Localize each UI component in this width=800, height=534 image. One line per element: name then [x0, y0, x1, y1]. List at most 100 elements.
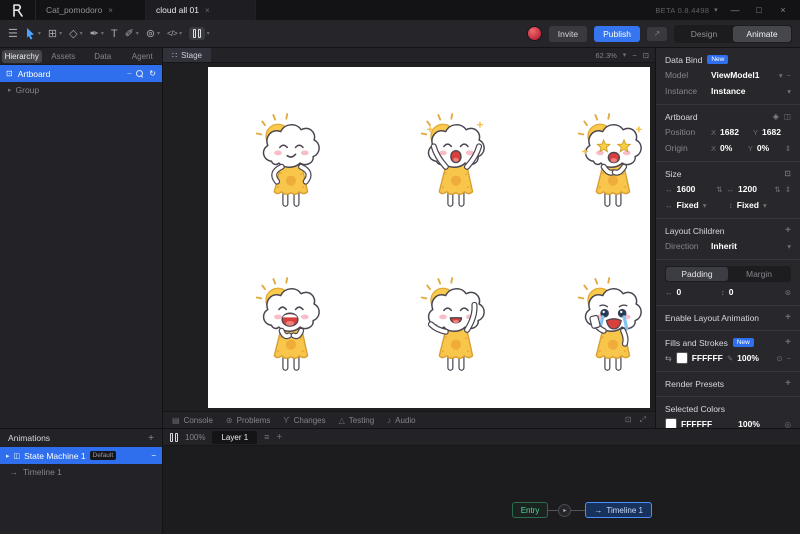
origin-x-field[interactable]: 0% [720, 143, 732, 153]
tab-padding[interactable]: Padding [666, 267, 728, 281]
chevron-down-icon[interactable]: ▾ [623, 51, 627, 59]
main-menu-button[interactable]: ☰ [8, 27, 18, 40]
instance-value[interactable]: Instance [711, 86, 746, 96]
dock-icon[interactable]: ⊡ [625, 415, 632, 425]
expand-icon[interactable]: ⤢ [640, 415, 646, 425]
position-y-field[interactable]: 1682 [762, 127, 781, 137]
hierarchy-item-group[interactable]: ▸ Group [0, 82, 162, 98]
padding-h-field[interactable]: 0 [677, 287, 682, 297]
events-tool[interactable]: ⊚ ▾ [146, 27, 160, 40]
search-icon[interactable] [136, 69, 144, 78]
doc-tab-cat-pomodoro[interactable]: Cat_pomodoro × [36, 0, 146, 20]
height-mode-select[interactable]: Fixed [737, 200, 759, 210]
add-animation-button[interactable]: + [148, 433, 154, 444]
constraints-icon[interactable]: ◈ [773, 112, 779, 121]
chevron-down-icon[interactable]: ▾ [38, 30, 41, 37]
state-machine-item[interactable]: ▸ ◫ State Machine 1 Default − [0, 447, 162, 464]
maximize-button[interactable]: □ [752, 5, 766, 15]
chevron-down-icon[interactable]: ▾ [703, 201, 707, 210]
link-icon[interactable]: ⇕ [785, 185, 791, 194]
width-mode-select[interactable]: Fixed [677, 200, 699, 210]
expand-caret-icon[interactable]: ▸ [8, 86, 12, 94]
fill-color-swatch[interactable] [675, 352, 688, 364]
selected-color-opacity[interactable]: 100% [738, 419, 760, 428]
target-icon[interactable]: ◎ [784, 420, 791, 429]
character-cloud-jumping-joy[interactable] [418, 108, 492, 222]
artboard-tool[interactable]: ⊞ ▾ [48, 27, 62, 40]
layer-tab[interactable]: Layer 1 [212, 430, 258, 444]
chevron-down-icon[interactable]: ▾ [136, 30, 139, 37]
fill-hex-field[interactable]: FFFFFF [692, 353, 723, 363]
expand-caret-icon[interactable]: ▸ [6, 452, 10, 460]
bone-tool[interactable]: ✐ ▾ [125, 27, 139, 40]
height-field[interactable]: 1200 [738, 184, 757, 194]
timeline-node[interactable]: → Timeline 1 [585, 502, 652, 518]
add-layout-animation-button[interactable]: + [785, 312, 791, 323]
zoom-out-icon[interactable]: − [632, 51, 636, 60]
fill-opacity-field[interactable]: 100% [737, 353, 759, 363]
tab-hierarchy[interactable]: Hierarchy [2, 49, 42, 63]
select-tool[interactable]: ▾ [25, 27, 41, 40]
zoom-level[interactable]: 62.3% [596, 51, 617, 60]
fit-view-icon[interactable]: ⊡ [643, 51, 649, 60]
close-tab-icon[interactable]: × [205, 6, 210, 15]
character-cloud-hands-on-hips[interactable] [253, 108, 327, 222]
position-x-field[interactable]: 1682 [720, 127, 739, 137]
share-button[interactable]: ↗ [647, 26, 667, 41]
tab-design[interactable]: Design [675, 26, 733, 42]
tab-console[interactable]: ▤ Console [172, 416, 213, 425]
close-button[interactable]: × [776, 5, 790, 15]
canvas[interactable] [163, 63, 655, 411]
transition-node[interactable]: ▸ [558, 503, 572, 517]
chevron-down-icon[interactable]: ▾ [787, 87, 791, 96]
chevron-down-icon[interactable]: ▾ [779, 71, 783, 80]
chevron-down-icon[interactable]: ▾ [714, 6, 718, 14]
add-render-preset-button[interactable]: + [785, 378, 791, 389]
entry-node[interactable]: Entry [511, 502, 549, 518]
doc-tab-cloud-all-01[interactable]: cloud all 01 × [146, 0, 256, 20]
pen-tool[interactable]: ✒ ▾ [90, 27, 104, 40]
shapes-tool[interactable]: ◇ ▾ [69, 27, 82, 40]
origin-y-field[interactable]: 0% [757, 143, 769, 153]
add-layout-children-button[interactable]: + [785, 225, 791, 236]
user-avatar[interactable] [526, 26, 542, 41]
close-tab-icon[interactable]: × [108, 6, 113, 15]
layer-menu-icon[interactable]: ≡ [264, 432, 269, 442]
chevron-down-icon[interactable]: ▾ [80, 30, 83, 37]
text-tool[interactable]: T [111, 28, 118, 40]
tab-problems[interactable]: ⊛ Problems [226, 416, 271, 425]
sync-icon[interactable]: ↻ [149, 69, 156, 78]
panel-icon[interactable]: ◫ [784, 112, 791, 121]
link-icon[interactable]: ⇕ [785, 144, 791, 153]
add-fill-button[interactable]: + [785, 337, 791, 348]
tab-audio[interactable]: ♪ Audio [387, 416, 415, 425]
remove-icon[interactable]: − [787, 71, 791, 80]
spacing-options-icon[interactable]: ⊛ [785, 288, 791, 297]
tab-agent[interactable]: Agent [123, 50, 163, 63]
remove-fill-icon[interactable]: − [787, 354, 791, 363]
state-machine-graph[interactable]: Entry ▸ → Timeline 1 [163, 446, 800, 534]
add-layer-button[interactable]: + [276, 432, 282, 443]
artboard-surface[interactable] [208, 67, 650, 408]
character-cloud-laughing[interactable] [253, 272, 327, 386]
rive-logo[interactable] [0, 0, 36, 20]
tab-changes[interactable]: ϒ Changes [283, 416, 325, 425]
graph-zoom-level[interactable]: 100% [185, 433, 205, 442]
hierarchy-item-artboard[interactable]: ⊡ Artboard – ↻ [0, 65, 162, 82]
layout-tool[interactable]: ▾ [188, 27, 210, 40]
chevron-down-icon[interactable]: ▾ [179, 30, 182, 37]
character-cloud-crying[interactable] [575, 272, 649, 386]
character-cloud-starstruck[interactable] [575, 108, 649, 222]
width-constraint-icon[interactable]: ⇅ [716, 185, 722, 194]
height-constraint-icon[interactable]: ⇅ [774, 185, 780, 194]
chevron-down-icon[interactable]: ▾ [787, 242, 791, 251]
remove-icon[interactable]: − [151, 451, 156, 460]
chevron-down-icon[interactable]: ▾ [157, 30, 160, 37]
direction-select[interactable]: Inherit [711, 241, 737, 251]
invite-button[interactable]: Invite [548, 25, 588, 42]
minimize-button[interactable]: — [728, 5, 742, 15]
selected-color-hex[interactable]: FFFFFF [681, 419, 712, 428]
padding-v-field[interactable]: 0 [729, 287, 734, 297]
selected-color-swatch[interactable] [665, 418, 677, 428]
tab-data[interactable]: Data [83, 50, 123, 63]
